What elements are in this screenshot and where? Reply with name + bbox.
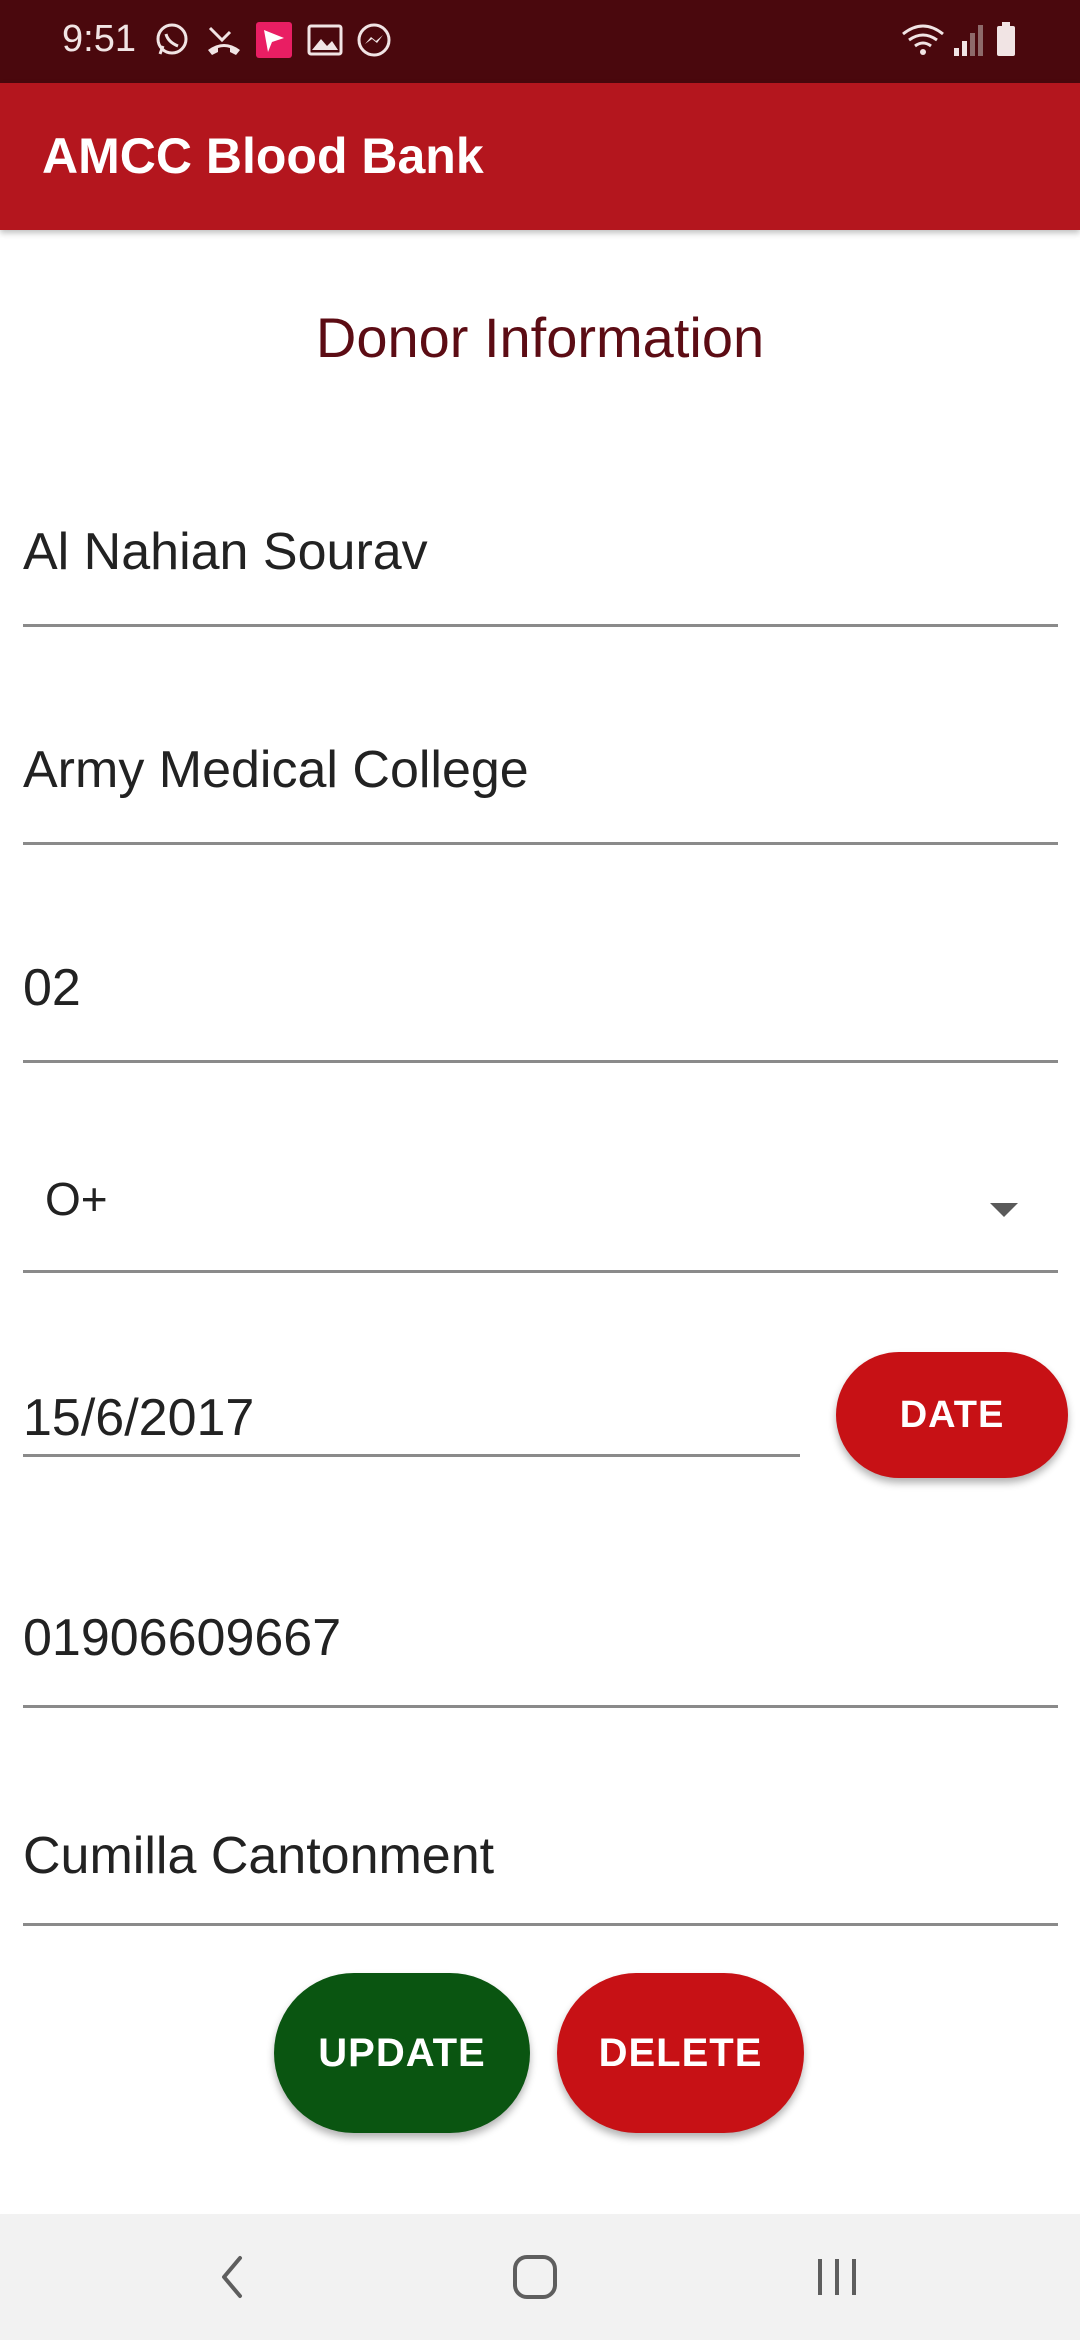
phone-field[interactable]: 01906609667 [23,1600,1058,1708]
date-button[interactable]: DATE [836,1352,1068,1478]
batch-value: 02 [23,959,81,1017]
home-icon[interactable] [500,2244,570,2310]
name-value: Al Nahian Sourav [23,523,428,581]
phone-value: 01906609667 [23,1609,342,1667]
date-value: 15/6/2017 [23,1389,255,1447]
blood-group-value: O+ [45,1173,108,1225]
app-title: AMCC Blood Bank [42,128,484,184]
status-bar: 9:51 [0,0,1080,83]
page-title: Donor Information [315,306,765,369]
messenger-icon [357,23,391,57]
address-value: Cumilla Cantonment [23,1827,495,1885]
institution-field[interactable]: Army Medical College [23,730,1058,845]
battery-icon [997,22,1015,56]
whatsapp-icon [156,23,188,55]
date-field[interactable]: 15/6/2017 [23,1380,800,1457]
recents-icon[interactable] [802,2244,872,2310]
status-time: 9:51 [62,18,136,60]
batch-field[interactable]: 02 [23,948,1058,1063]
app-notification-icon [256,22,292,58]
name-field[interactable]: Al Nahian Sourav [23,512,1058,627]
update-button[interactable]: UPDATE [274,1973,530,2133]
gallery-icon [307,24,343,56]
back-icon[interactable] [198,2244,268,2310]
navigation-bar [0,2214,1080,2340]
institution-value: Army Medical College [23,741,529,799]
blood-group-select[interactable]: O+ [23,1160,1058,1273]
chevron-down-icon [990,1203,1018,1217]
signal-icon [954,25,983,56]
missed-call-icon [208,26,240,55]
wifi-icon [902,24,944,55]
delete-button[interactable]: DELETE [557,1973,804,2133]
address-field[interactable]: Cumilla Cantonment [23,1818,1058,1926]
app-bar: AMCC Blood Bank [0,83,1080,230]
